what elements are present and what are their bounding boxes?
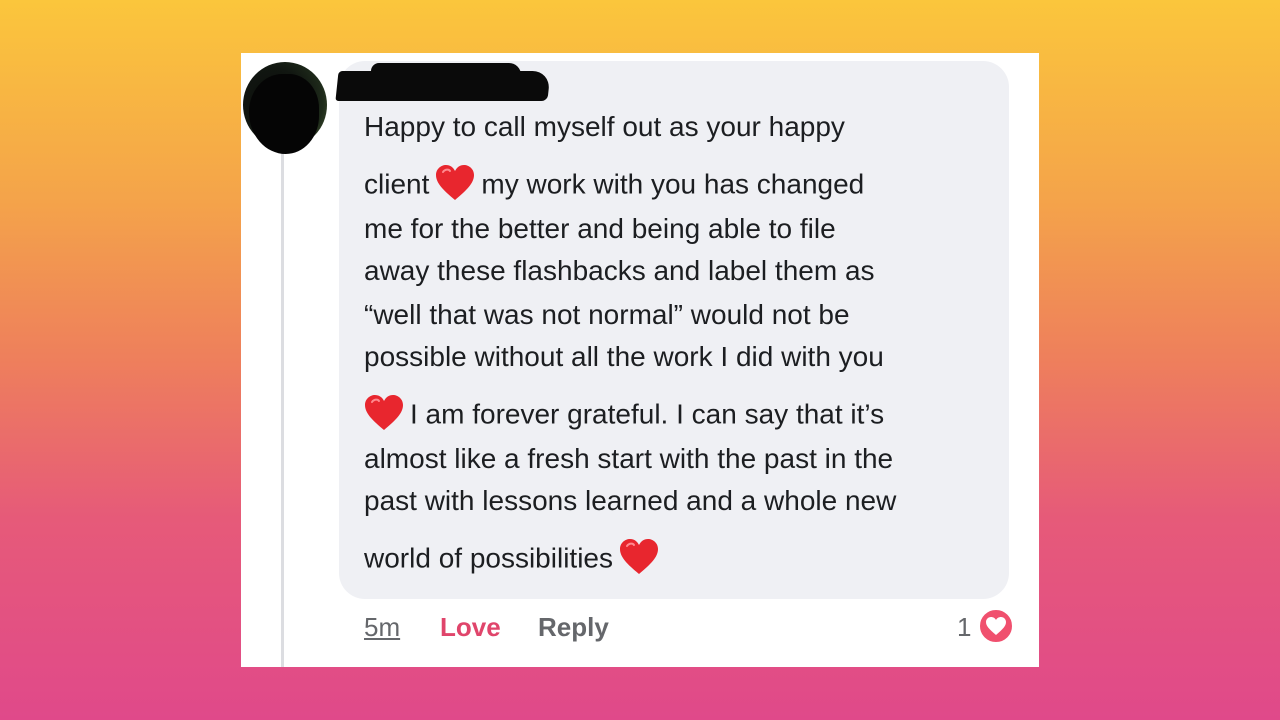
comment-line: I am forever grateful. I can say that it… bbox=[358, 394, 884, 435]
thread-connector-line bbox=[281, 149, 284, 667]
comment-card: Happy to call myself out as your happy c… bbox=[241, 53, 1039, 667]
comment-line: possible without all the work I did with… bbox=[364, 341, 884, 372]
comment-line: world of possibilities bbox=[364, 538, 665, 579]
red-heart-emoji-icon bbox=[435, 164, 475, 202]
comment-line: away these flashbacks and label them as bbox=[364, 255, 875, 286]
comment-line: almost like a fresh start with the past … bbox=[364, 443, 894, 474]
comment-line: Happy to call myself out as your happy bbox=[364, 111, 845, 142]
comment-line: me for the better and being able to file bbox=[364, 213, 836, 244]
reaction-count[interactable]: 1 bbox=[957, 612, 971, 643]
comment-line: past with lessons learned and a whole ne… bbox=[364, 485, 897, 516]
avatar[interactable] bbox=[243, 62, 327, 154]
love-button[interactable]: Love bbox=[440, 612, 501, 643]
author-name-redaction bbox=[335, 71, 551, 101]
comment-line: client my work with you has changed bbox=[364, 164, 864, 205]
avatar-redaction bbox=[249, 74, 319, 154]
timestamp-link[interactable]: 5m bbox=[364, 612, 400, 643]
red-heart-emoji-icon bbox=[364, 394, 404, 432]
heart-reaction-icon[interactable] bbox=[977, 607, 1015, 645]
red-heart-emoji-icon bbox=[619, 538, 659, 576]
reply-button[interactable]: Reply bbox=[538, 612, 609, 643]
comment-line: “well that was not normal” would not be bbox=[364, 299, 850, 330]
